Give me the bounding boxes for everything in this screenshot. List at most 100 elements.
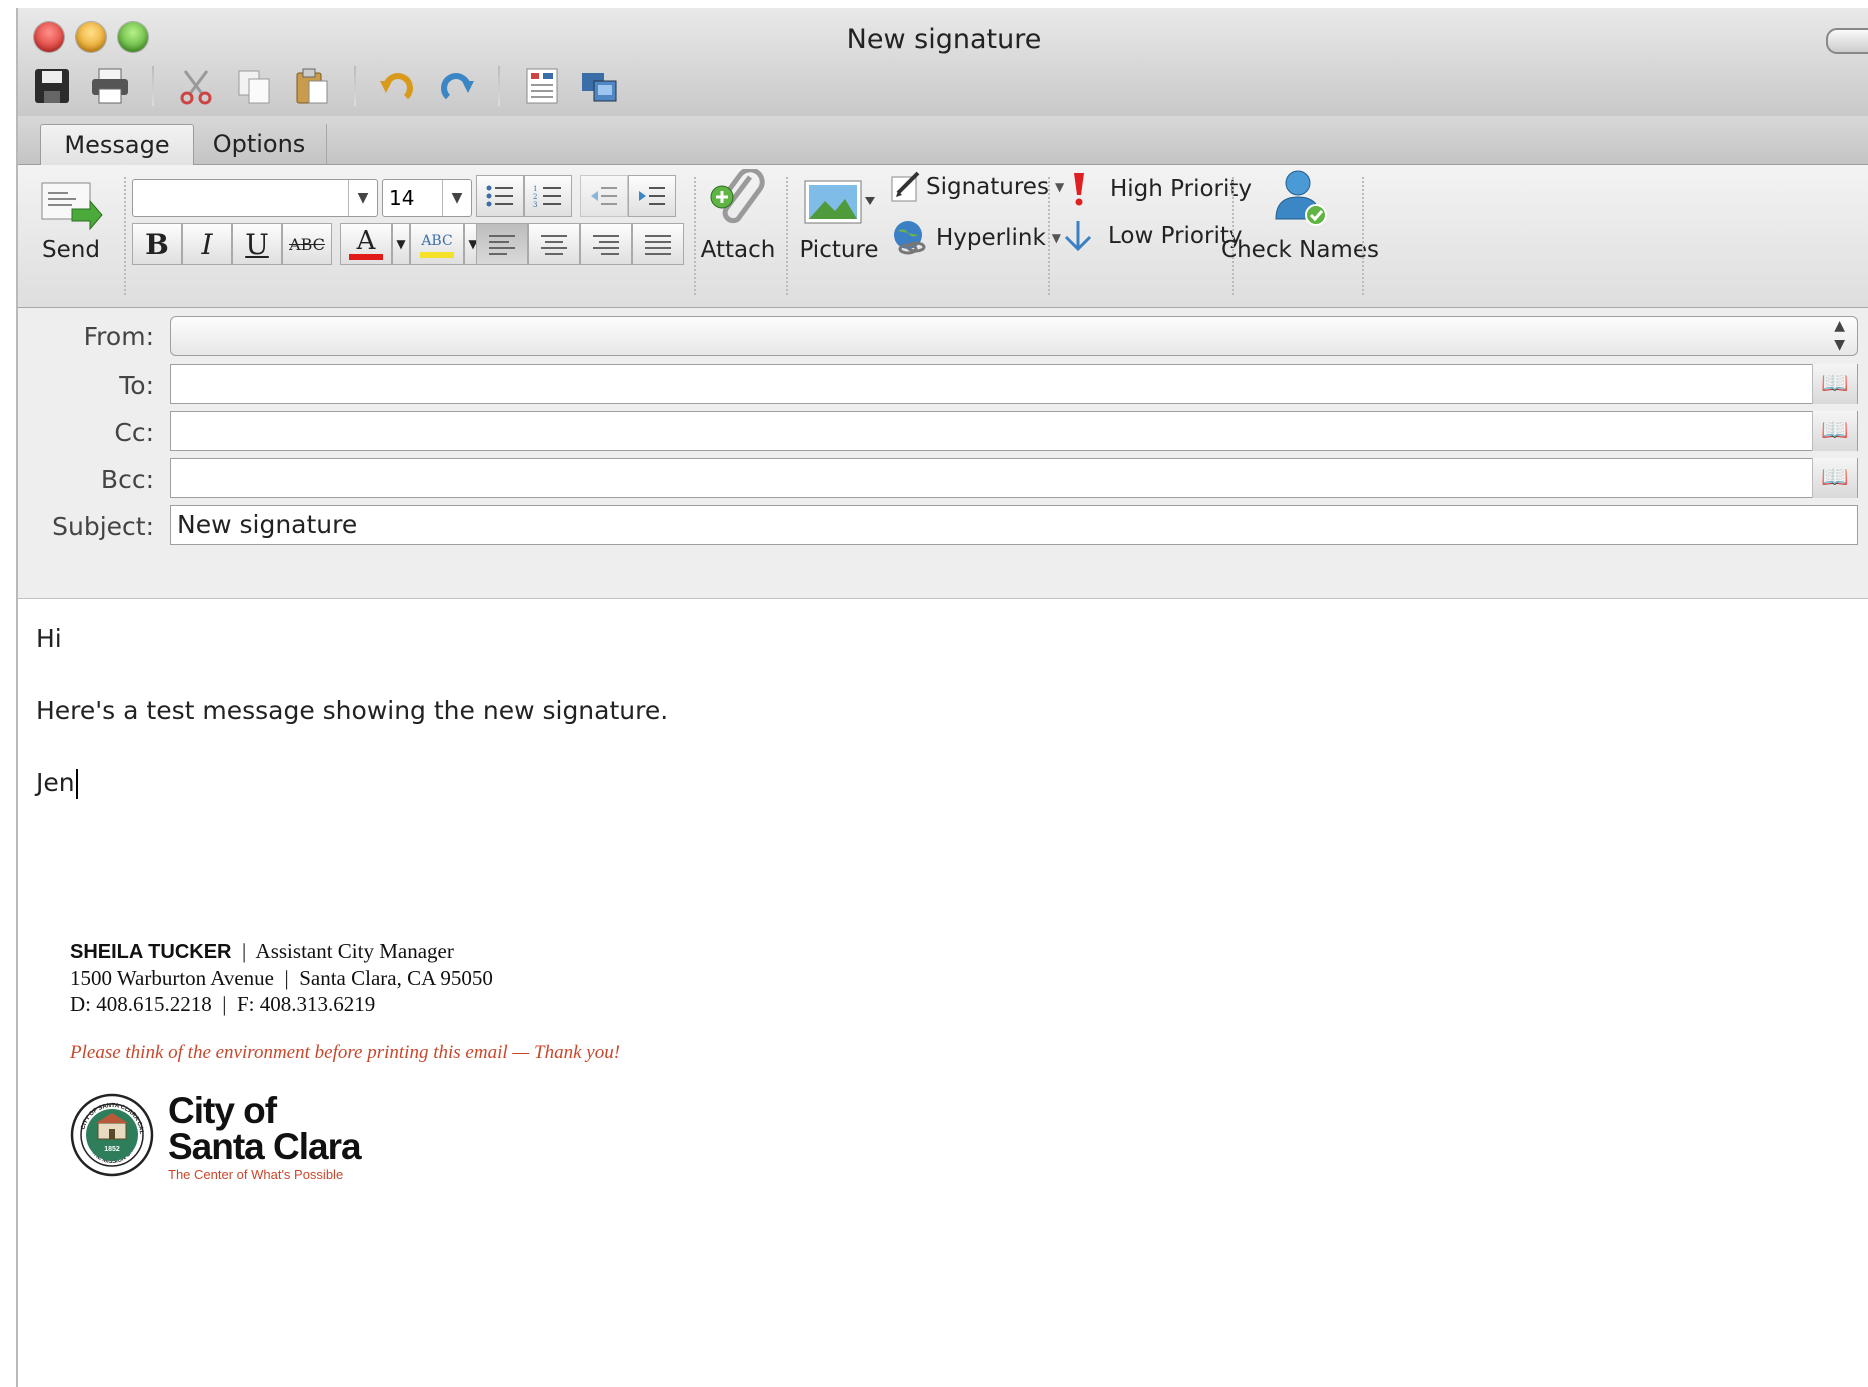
- signature-pen-icon: [891, 171, 920, 202]
- signatures-label: Signatures: [926, 174, 1049, 200]
- signature-title: Assistant City Manager: [255, 939, 454, 963]
- cut-icon[interactable]: [174, 64, 218, 108]
- window-title: New signature: [846, 24, 1042, 55]
- attach-label: Attach: [700, 237, 776, 263]
- align-center-button[interactable]: [528, 223, 580, 265]
- font-name-dropdown-icon[interactable]: ▼: [348, 180, 377, 216]
- check-names-label: Check Names: [1221, 237, 1379, 263]
- send-button[interactable]: Send: [36, 175, 106, 263]
- logo-tagline: The Center of What's Possible: [168, 1167, 344, 1182]
- environment-note: Please think of the environment before p…: [70, 1042, 621, 1063]
- message-header: From: ▲ ▼ To: 📖 Cc: 📖 Bcc: 📖 Subject: New…: [18, 308, 1868, 599]
- ribbon-separator: [1048, 177, 1050, 295]
- font-color-swatch: [349, 254, 383, 260]
- city-logo-text: City of Santa Clara The Center of What's…: [168, 1092, 362, 1182]
- from-select[interactable]: ▲ ▼: [170, 316, 1858, 356]
- signature-separator: |: [222, 992, 227, 1016]
- increase-indent-button[interactable]: [628, 175, 676, 217]
- numbering-button[interactable]: 123: [524, 175, 572, 217]
- cc-field[interactable]: 📖: [170, 411, 1858, 451]
- signature-separator: |: [241, 939, 247, 963]
- ribbon-separator: [1362, 177, 1364, 295]
- bold-button[interactable]: B: [132, 223, 182, 265]
- body-message: Here's a test message showing the new si…: [36, 696, 669, 725]
- font-color-button[interactable]: A: [340, 223, 392, 265]
- redo-icon[interactable]: [434, 64, 478, 108]
- ribbon-separator: [124, 177, 126, 295]
- font-size-dropdown-icon[interactable]: ▼: [442, 180, 471, 216]
- toolbar-toggle-button[interactable]: [1826, 28, 1868, 54]
- indent-icon: [639, 187, 665, 205]
- signatures-dropdown-icon: ▼: [1054, 180, 1065, 194]
- globe-link-icon: [894, 221, 926, 255]
- bcc-label: Bcc:: [100, 465, 154, 494]
- compose-window: New signature Message Options Send ▼ 14 …: [16, 8, 1868, 1387]
- align-left-icon: [489, 235, 515, 255]
- tab-options[interactable]: Options: [192, 124, 327, 164]
- align-center-icon: [541, 235, 567, 255]
- highlight-swatch: [420, 252, 454, 258]
- justify-icon: [645, 235, 671, 255]
- paperclip-icon: [710, 169, 765, 224]
- ribbon: Send ▼ 14 ▼ B I U ABC A ▼ ABC ▼ 1 2 3 At…: [18, 165, 1868, 308]
- toolbar-separator: [354, 66, 356, 106]
- body-greeting: Hi: [36, 624, 62, 653]
- select-arrows-icon: ▲ ▼: [1834, 318, 1845, 353]
- check-names-button[interactable]: Check Names: [1221, 167, 1379, 263]
- signature-line-1: SHEILA TUCKER | Assistant City Manager: [70, 938, 620, 965]
- picture-button[interactable]: Picture: [796, 175, 882, 263]
- signature-name: SHEILA TUCKER: [70, 941, 232, 963]
- svg-text:2: 2: [533, 193, 537, 201]
- exclamation-icon: [1074, 173, 1084, 206]
- underline-button[interactable]: U: [232, 223, 282, 265]
- font-color-dropdown-icon[interactable]: ▼: [392, 223, 410, 265]
- picture-label: Picture: [799, 237, 879, 263]
- bcc-field[interactable]: 📖: [170, 458, 1858, 498]
- signature-address: 1500 Warburton Avenue: [70, 966, 274, 990]
- quick-toolbar: [30, 64, 622, 108]
- signature-line-2: 1500 Warburton Avenue | Santa Clara, CA …: [70, 965, 620, 991]
- hyperlink-label: Hyperlink: [936, 225, 1046, 251]
- italic-button[interactable]: I: [182, 223, 232, 265]
- tab-message[interactable]: Message: [40, 124, 194, 165]
- print-icon[interactable]: [88, 64, 132, 108]
- align-left-button[interactable]: [476, 223, 528, 265]
- align-right-button[interactable]: [580, 223, 632, 265]
- copy-icon[interactable]: [232, 64, 276, 108]
- paste-icon[interactable]: [290, 64, 334, 108]
- low-priority-button[interactable]: Low Priority: [1062, 219, 1242, 253]
- to-address-book-icon[interactable]: 📖: [1812, 364, 1857, 404]
- to-label: To:: [119, 371, 154, 400]
- save-icon[interactable]: [30, 64, 74, 108]
- ribbon-tabs: Message Options: [18, 116, 1868, 165]
- highlight-button[interactable]: ABC: [410, 223, 464, 265]
- font-size-combobox[interactable]: 14 ▼: [382, 179, 472, 217]
- media-browser-icon[interactable]: [578, 64, 622, 108]
- signature-fax: F: 408.313.6219: [236, 992, 376, 1016]
- subject-field[interactable]: New signature: [170, 505, 1858, 545]
- hyperlink-dropdown-icon: ▼: [1051, 231, 1062, 245]
- align-right-icon: [593, 235, 619, 255]
- font-name-combobox[interactable]: ▼: [132, 179, 378, 217]
- toolbar-separator: [152, 66, 154, 106]
- from-label: From:: [83, 322, 154, 351]
- decrease-indent-button[interactable]: [580, 175, 628, 217]
- hyperlink-button[interactable]: Hyperlink ▼: [890, 219, 1061, 257]
- bullets-button[interactable]: [476, 175, 524, 217]
- ribbon-separator: [786, 177, 788, 295]
- subject-label: Subject:: [52, 512, 154, 541]
- cc-address-book-icon[interactable]: 📖: [1812, 411, 1857, 451]
- signature-separator: |: [284, 966, 289, 990]
- font-color-glyph: A: [356, 226, 376, 256]
- undo-icon[interactable]: [376, 64, 420, 108]
- to-field[interactable]: 📖: [170, 364, 1858, 404]
- address-book-icon[interactable]: [520, 64, 564, 108]
- attach-button[interactable]: Attach: [700, 169, 776, 263]
- strikethrough-button[interactable]: ABC: [282, 223, 332, 265]
- justify-button[interactable]: [632, 223, 684, 265]
- bcc-address-book-icon[interactable]: 📖: [1812, 458, 1857, 498]
- signatures-button[interactable]: Signatures ▼: [890, 171, 1064, 203]
- ribbon-separator: [694, 177, 696, 295]
- signature-direct-phone: D: 408.615.2218: [70, 992, 212, 1016]
- high-priority-button[interactable]: High Priority: [1068, 171, 1252, 207]
